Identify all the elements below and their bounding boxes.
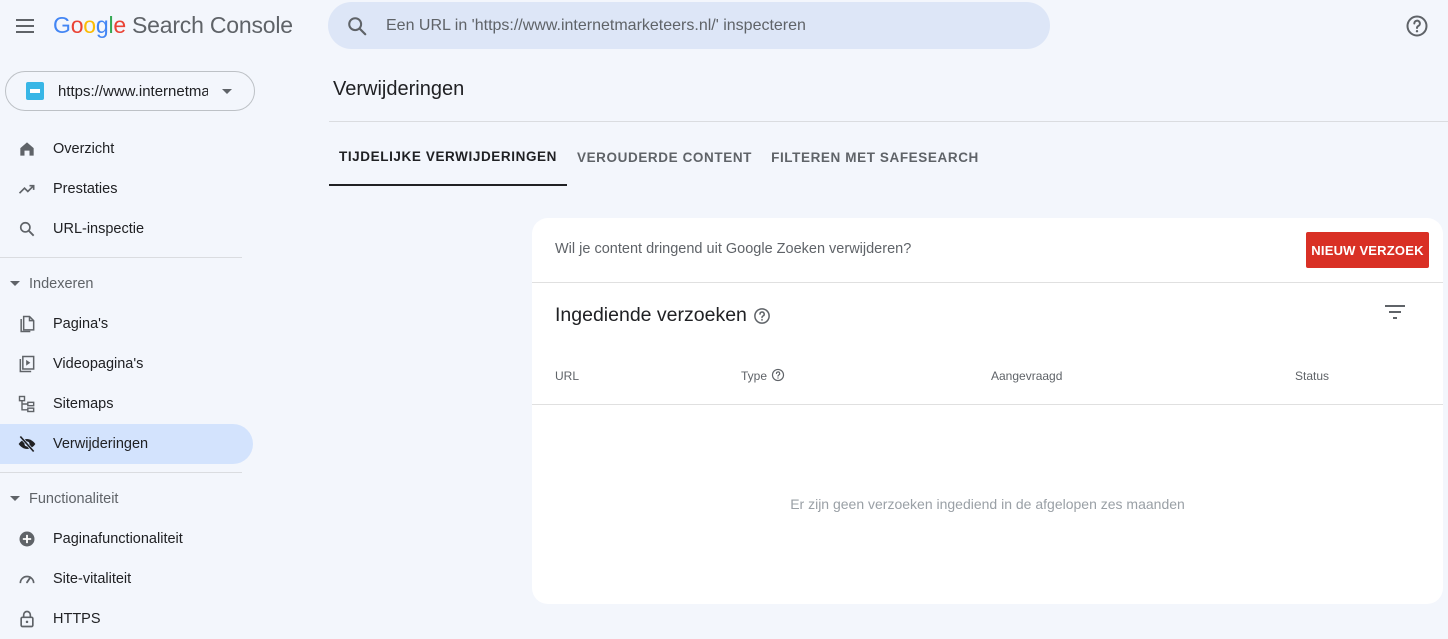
sidebar-item-label: Paginafunctionaliteit	[53, 531, 183, 547]
sidebar-item-paginas[interactable]: Pagina's	[0, 304, 253, 344]
page-title: Verwijderingen	[333, 78, 465, 100]
tab-filteren-met-safesearch[interactable]: FILTEREN MET SAFESEARCH	[762, 128, 988, 186]
removals-card: Wil je content dringend uit Google Zoeke…	[532, 218, 1443, 604]
hamburger-menu-icon[interactable]	[10, 11, 40, 41]
trending-up-icon	[18, 184, 35, 194]
sidebar-item-label: Videopagina's	[53, 356, 144, 372]
sidebar-item-prestaties[interactable]: Prestaties	[0, 169, 253, 209]
sidebar-item-label: URL-inspectie	[53, 221, 145, 237]
section-label: Indexeren	[29, 276, 94, 292]
sidebar-item-label: Verwijderingen	[53, 436, 149, 452]
tab-tijdelijke-verwijderingen[interactable]: TIJDELIJKE VERWIJDERINGEN	[329, 128, 567, 186]
help-icon[interactable]	[1405, 14, 1429, 38]
title-divider	[329, 121, 1448, 122]
search-console-logo[interactable]: Google Search Console	[53, 12, 293, 39]
tab-verouderde-content[interactable]: VEROUDERDE CONTENT	[567, 128, 762, 186]
sidebar-item-overzicht[interactable]: Overzicht	[0, 129, 253, 169]
gauge-icon	[19, 575, 35, 584]
sidebar-divider	[0, 257, 242, 258]
pages-icon	[20, 315, 35, 333]
site-favicon-icon	[26, 82, 44, 100]
top-bar: Google Search Console	[0, 0, 1448, 52]
help-icon[interactable]	[771, 368, 785, 382]
home-icon	[20, 142, 34, 156]
sidebar-item-url-inspectie[interactable]: URL-inspectie	[0, 209, 253, 249]
section-title: Ingediende verzoeken	[555, 304, 747, 326]
url-inspection-search-bar[interactable]	[328, 2, 1050, 49]
section-label: Functionaliteit	[29, 491, 119, 507]
caret-down-icon	[222, 89, 232, 94]
section-header-functionaliteit[interactable]: Functionaliteit	[0, 484, 253, 514]
sidebar-item-label: Site-vitaliteit	[53, 571, 132, 587]
column-header-url[interactable]: URL	[555, 369, 579, 383]
product-name: Search Console	[132, 12, 293, 38]
sidebar-item-paginafunctionaliteit[interactable]: Paginafunctionaliteit	[0, 519, 253, 559]
section-header-indexeren[interactable]: Indexeren	[0, 269, 253, 299]
search-icon[interactable]	[346, 15, 368, 37]
lock-icon	[20, 610, 34, 628]
collapse-arrow-icon	[10, 281, 20, 286]
collapse-arrow-icon	[10, 496, 20, 501]
new-request-button[interactable]: NIEUW VERZOEK	[1306, 232, 1429, 268]
column-header-type[interactable]: Type	[741, 369, 767, 383]
sidebar-item-label: HTTPS	[53, 611, 101, 627]
empty-state-message: Er zijn geen verzoeken ingediend in de a…	[790, 496, 1185, 512]
filter-icon[interactable]	[1384, 303, 1406, 321]
sidebar-item-verwijderingen[interactable]: Verwijderingen	[0, 424, 253, 464]
sidebar-divider	[0, 472, 242, 473]
property-label: https://www.internetmarketeers.nl/	[58, 83, 208, 100]
eye-off-icon	[18, 435, 36, 453]
column-header-aangevraagd[interactable]: Aangevraagd	[991, 369, 1062, 383]
search-icon	[19, 221, 35, 237]
sidebar-item-label: Sitemaps	[53, 396, 114, 412]
sitemap-icon	[18, 395, 35, 413]
plus-circle-icon	[19, 531, 35, 547]
sidebar-item-https[interactable]: HTTPS	[0, 599, 253, 639]
table-header-divider	[532, 404, 1443, 405]
property-selector[interactable]: https://www.internetmarketeers.nl/	[5, 71, 255, 111]
sidebar-item-sitemaps[interactable]: Sitemaps	[0, 384, 253, 424]
sidebar-item-label: Pagina's	[53, 316, 109, 332]
video-pages-icon	[19, 355, 35, 373]
search-input[interactable]	[386, 2, 1026, 49]
sidebar-item-videopaginas[interactable]: Videopagina's	[0, 344, 253, 384]
column-header-status[interactable]: Status	[1295, 369, 1329, 383]
sidebar-item-label: Overzicht	[53, 141, 115, 157]
urgent-removal-prompt: Wil je content dringend uit Google Zoeke…	[555, 241, 912, 257]
sidebar-item-site-vitaliteit[interactable]: Site-vitaliteit	[0, 559, 253, 599]
help-icon[interactable]	[753, 307, 771, 325]
sidebar-item-label: Prestaties	[53, 181, 118, 197]
card-divider	[532, 282, 1443, 283]
